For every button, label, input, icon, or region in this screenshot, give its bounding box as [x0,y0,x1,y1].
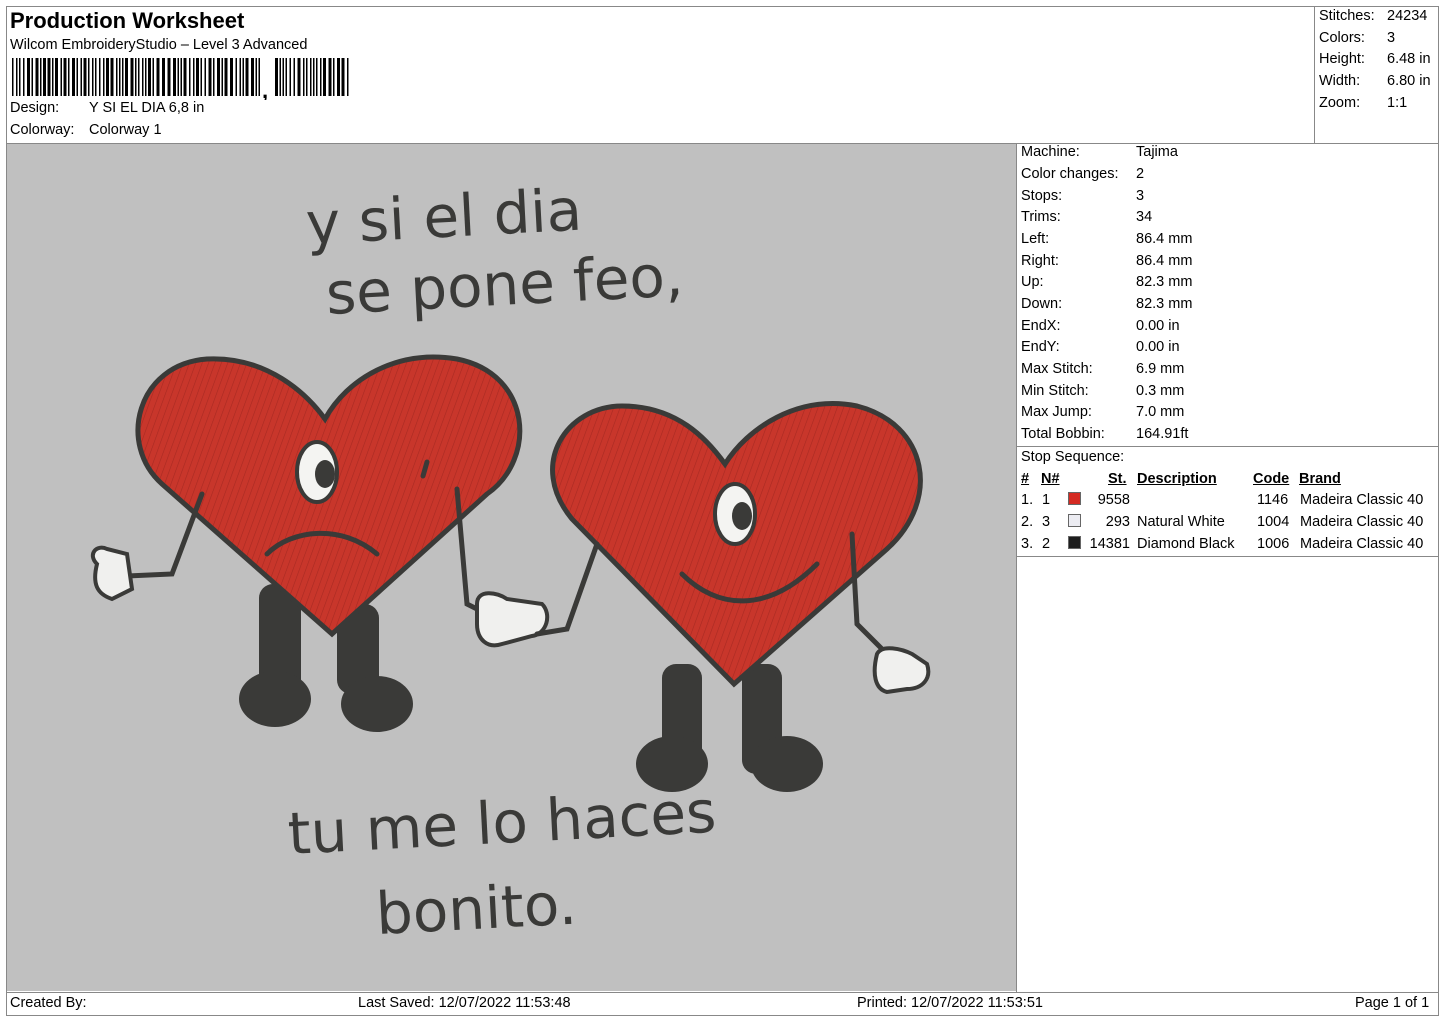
embroidery-design: y si el dia se pone feo, tu me lo haces … [90,176,931,948]
color-swatch [1068,514,1081,527]
design-text-top-1: y si el dia [304,176,583,258]
endy-row: EndY: 0.00 in [1021,339,1180,355]
col-header-stitches: St. [1108,471,1127,487]
design-text-top-2: se pone feo, [324,241,685,328]
col-header-n: N# [1041,471,1060,487]
worksheet-header: Production Worksheet Wilcom EmbroiderySt… [6,6,1314,143]
design-preview: y si el dia se pone feo, tu me lo haces … [7,144,1016,991]
machine-value: Tajima [1136,144,1178,160]
col-header-num: # [1021,471,1030,487]
max-jump-row: Max Jump: 7.0 mm [1021,404,1185,420]
stops-row: Stops: 3 [1021,188,1145,204]
created-by: Created By: [10,995,87,1011]
stitches-value: 24234 [1387,8,1428,24]
col-header-code: Code [1253,471,1290,487]
col-header-description: Description [1137,471,1217,487]
endx-row: EndX: 0.00 in [1021,318,1180,334]
height-row: Height: 6.48 in [1319,51,1431,67]
colors-value: 3 [1387,30,1396,46]
design-text-bottom-2: bonito. [374,870,578,948]
right-row: Right: 86.4 mm [1021,253,1193,269]
worksheet-footer: Created By: Last Saved: 12/07/2022 11:53… [6,992,1439,1016]
zoom-value: 1:1 [1387,95,1408,111]
zoom-row: Zoom: 1:1 [1319,95,1408,111]
design-name-row: Design: Y SI EL DIA 6,8 in [10,100,204,116]
design-label: Design: [10,100,60,116]
width-value: 6.80 in [1387,73,1431,89]
colors-row: Colors: 3 [1319,30,1396,46]
design-value: Y SI EL DIA 6,8 in [89,100,205,116]
trims-row: Trims: 34 [1021,209,1153,225]
holding-hands [475,591,550,648]
divider [1017,556,1439,557]
design-text-bottom-1: tu me lo haces [286,778,718,868]
page-number: Page 1 of 1 [1355,995,1430,1011]
color-swatch [1068,492,1081,505]
software-name: Wilcom EmbroideryStudio – Level 3 Advanc… [10,37,308,53]
printed-date: Printed: 12/07/2022 11:53:51 [857,995,1043,1011]
color-changes-row: Color changes: 2 [1021,166,1145,182]
total-bobbin-row: Total Bobbin: 164.91ft [1021,426,1189,442]
colorway-label: Colorway: [10,122,75,138]
min-stitch-row: Min Stitch: 0.3 mm [1021,383,1185,399]
color-swatch [1068,536,1081,549]
right-hand [872,646,931,695]
left-row: Left: 86.4 mm [1021,231,1193,247]
svg-text:,: , [262,78,268,100]
divider [1017,446,1439,447]
height-value: 6.48 in [1387,51,1431,67]
colorway-row: Colorway: Colorway 1 [10,122,162,138]
page-title: Production Worksheet [10,8,245,33]
width-row: Width: 6.80 in [1319,73,1431,89]
down-row: Down: 82.3 mm [1021,296,1193,312]
right-heart-legs [636,664,823,792]
last-saved: Last Saved: 12/07/2022 11:53:48 [358,995,571,1011]
machine-row: Machine: Tajima [1021,144,1178,160]
up-row: Up: 82.3 mm [1021,274,1193,290]
summary-box: Stitches: 24234 Colors: 3 Height: 6.48 in W… [1314,6,1439,143]
stitches-row: Stitches: 24234 [1319,8,1428,24]
left-hand [90,545,135,602]
colorway-value: Colorway 1 [89,122,162,138]
barcode-icon: , [12,58,349,100]
divider [1016,143,1017,992]
max-stitch-row: Max Stitch: 6.9 mm [1021,361,1185,377]
col-header-brand: Brand [1299,471,1341,487]
stop-sequence-title: Stop Sequence: [1021,449,1125,465]
